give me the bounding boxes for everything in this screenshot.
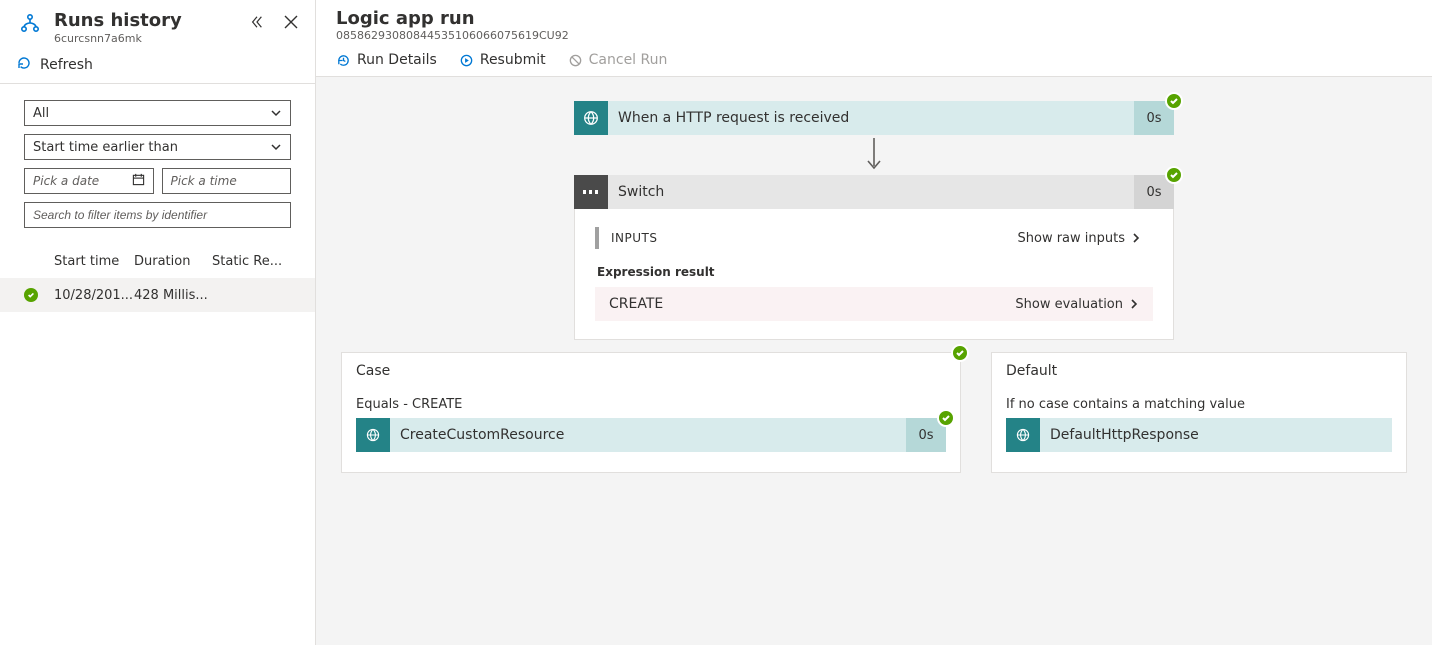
case-title: Case (356, 363, 946, 379)
cancel-label: Cancel Run (589, 52, 668, 68)
http-icon (1006, 418, 1040, 452)
refresh-icon (16, 55, 32, 75)
run-details-label: Run Details (357, 52, 437, 68)
http-step-title: When a HTTP request is received (608, 101, 1134, 135)
search-input[interactable] (24, 202, 291, 228)
table-row[interactable]: 10/28/201... 428 Millis... (0, 278, 315, 312)
success-badge (951, 344, 969, 362)
show-raw-inputs-link[interactable]: Show raw inputs (1018, 231, 1142, 246)
cell-start: 10/28/201... (54, 288, 134, 303)
inputs-header: INPUTS (611, 231, 657, 245)
status-filter-value: All (33, 106, 49, 121)
default-title: Default (1006, 363, 1392, 379)
time-mode-select[interactable]: Start time earlier than (24, 134, 291, 160)
switch-step-title: Switch (608, 175, 1134, 209)
success-badge (937, 409, 955, 427)
date-placeholder: Pick a date (33, 174, 99, 188)
table-header: Start time Duration Static Re... (24, 244, 315, 278)
resubmit-button[interactable]: Resubmit (459, 52, 546, 68)
history-icon (336, 53, 351, 68)
date-picker[interactable]: Pick a date (24, 168, 154, 194)
run-detail-panel: Logic app run 08586293080844535106066075… (316, 0, 1432, 645)
panel-subtitle: 6curcsnn7a6mk (54, 32, 235, 45)
switch-step[interactable]: Switch 0s (574, 175, 1174, 209)
col-duration: Duration (134, 254, 212, 269)
logic-app-icon (16, 10, 44, 38)
switch-icon (574, 175, 608, 209)
cancel-icon (568, 53, 583, 68)
success-icon (24, 288, 38, 302)
arrow-down-icon (864, 135, 884, 175)
time-placeholder: Pick a time (171, 174, 237, 188)
create-custom-resource-step[interactable]: CreateCustomResource 0s (356, 418, 946, 452)
time-mode-value: Start time earlier than (33, 140, 178, 155)
cancel-run-button: Cancel Run (568, 52, 668, 68)
http-icon (356, 418, 390, 452)
refresh-button[interactable]: Refresh (0, 49, 315, 84)
case-subtitle: Equals - CREATE (356, 397, 946, 412)
expression-result-label: Expression result (597, 265, 1153, 279)
chevron-down-icon (270, 107, 282, 119)
calendar-icon (132, 173, 145, 189)
default-subtitle: If no case contains a matching value (1006, 397, 1392, 412)
run-id: 08586293080844535106066075619CU92 (336, 29, 1412, 42)
run-title: Logic app run (336, 8, 1412, 29)
success-badge (1165, 166, 1183, 184)
default-http-response-step[interactable]: DefaultHttpResponse (1006, 418, 1392, 452)
runs-history-panel: Runs history 6curcsnn7a6mk Refresh All (0, 0, 316, 645)
col-start-time: Start time (54, 254, 134, 269)
http-icon (574, 101, 608, 135)
collapse-button[interactable] (245, 10, 269, 34)
col-static: Static Re... (212, 254, 315, 269)
expression-value: CREATE (609, 296, 663, 312)
inner-step-title: DefaultHttpResponse (1040, 418, 1392, 452)
time-picker[interactable]: Pick a time (162, 168, 292, 194)
designer-canvas: When a HTTP request is received 0s Switc… (316, 77, 1432, 645)
default-branch[interactable]: Default If no case contains a matching v… (991, 352, 1407, 473)
resubmit-label: Resubmit (480, 52, 546, 68)
close-button[interactable] (279, 10, 303, 34)
resubmit-icon (459, 53, 474, 68)
http-trigger-step[interactable]: When a HTTP request is received 0s (574, 101, 1174, 135)
cell-duration: 428 Millis... (134, 288, 212, 303)
show-evaluation-link[interactable]: Show evaluation (1015, 297, 1139, 312)
switch-body: INPUTS Show raw inputs Expression result… (574, 209, 1174, 340)
run-details-button[interactable]: Run Details (336, 52, 437, 68)
inner-step-title: CreateCustomResource (390, 418, 906, 452)
chevron-down-icon (270, 141, 282, 153)
success-badge (1165, 92, 1183, 110)
panel-title: Runs history (54, 10, 235, 32)
case-branch[interactable]: Case Equals - CREATE CreateCustomResourc… (341, 352, 961, 473)
status-filter-select[interactable]: All (24, 100, 291, 126)
refresh-label: Refresh (40, 57, 93, 73)
